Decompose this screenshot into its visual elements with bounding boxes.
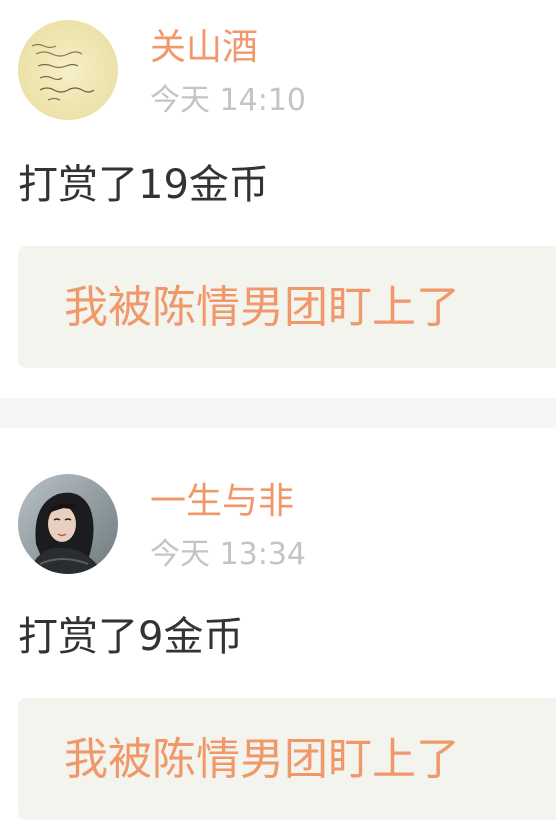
feed-item: 一生与非 今天 13:34 打赏了9金币 我被陈情男团盯上了 xyxy=(0,428,556,822)
costumed-character-avatar-icon xyxy=(18,474,118,574)
quoted-work-box[interactable]: 我被陈情男团盯上了 xyxy=(18,246,556,368)
username[interactable]: 一生与非 xyxy=(150,480,294,524)
quoted-work-title: 我被陈情男团盯上了 xyxy=(64,734,460,785)
quoted-work-title: 我被陈情男团盯上了 xyxy=(64,282,460,333)
reward-action-text: 打赏了19金币 xyxy=(18,162,269,208)
user-avatar[interactable] xyxy=(18,474,118,574)
handwritten-note-avatar-icon xyxy=(18,20,118,120)
quoted-work-box[interactable]: 我被陈情男团盯上了 xyxy=(18,698,556,820)
feed-item: 关山酒 今天 14:10 打赏了19金币 我被陈情男团盯上了 xyxy=(0,0,556,398)
username[interactable]: 关山酒 xyxy=(150,26,258,70)
timestamp: 今天 14:10 xyxy=(150,83,306,118)
section-divider xyxy=(0,398,556,428)
reward-action-text: 打赏了9金币 xyxy=(18,614,244,660)
reward-feed: 关山酒 今天 14:10 打赏了19金币 我被陈情男团盯上了 一生与非 今天 1… xyxy=(0,0,556,822)
user-avatar[interactable] xyxy=(18,20,118,120)
timestamp: 今天 13:34 xyxy=(150,537,306,572)
